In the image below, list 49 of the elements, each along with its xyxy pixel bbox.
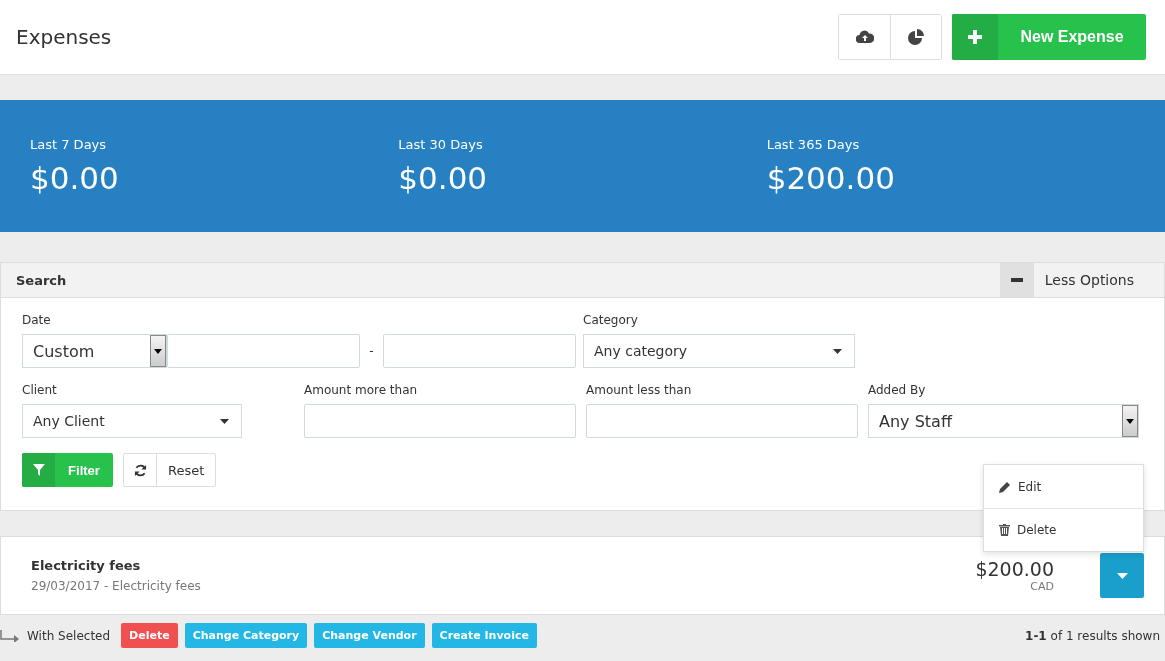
stat-value: $0.00 <box>30 159 120 196</box>
trash-icon <box>999 524 1010 536</box>
amount-less-field[interactable] <box>586 404 858 438</box>
field-label: Client <box>22 383 58 397</box>
plus-icon <box>968 30 982 44</box>
menu-item[interactable]: Delete <box>984 508 1143 551</box>
caret-icon <box>220 418 229 424</box>
stat-label: Last 7 Days <box>30 136 108 152</box>
caret-icon <box>833 348 842 354</box>
client-select[interactable]: Any Client <box>22 404 242 438</box>
corner-arrow-icon <box>0 629 20 642</box>
field-label: Amount less than <box>586 383 693 397</box>
expense-subtitle: 29/03/2017 - Electricity fees <box>31 579 201 593</box>
refresh-icon <box>133 463 147 477</box>
field-label: Date <box>22 313 52 327</box>
panel-title: Search <box>16 272 67 288</box>
page-title: Expenses <box>16 25 112 49</box>
menu-item[interactable]: Edit <box>984 465 1143 508</box>
date-from-field[interactable] <box>167 334 360 368</box>
stat-label: Last 365 Days <box>766 136 861 152</box>
caret-icon <box>1116 572 1128 579</box>
reset-button[interactable]: Reset <box>123 453 217 487</box>
minus-icon <box>1010 278 1023 282</box>
pie-chart-icon <box>908 29 924 45</box>
stat-value: $0.00 <box>398 159 489 196</box>
results-count: 1-1 of 1 results shown <box>1025 628 1160 643</box>
expense-title: Electricity fees <box>31 558 142 573</box>
date-select[interactable]: Custom <box>22 334 167 368</box>
amount-more-field[interactable] <box>304 404 576 438</box>
pie-chart-button[interactable] <box>890 15 941 59</box>
category-select[interactable]: Any category <box>583 334 855 368</box>
pencil-icon <box>999 480 1011 493</box>
stat-value: $200.00 <box>766 159 896 196</box>
actions-dropdown-button[interactable] <box>1100 553 1144 598</box>
field-label: Category <box>583 313 639 327</box>
bulk-action-button[interactable]: Delete <box>121 623 178 648</box>
caret-icon <box>154 348 162 354</box>
added-by-select[interactable]: Any Staff <box>868 404 1139 438</box>
currency-label: CAD <box>1030 580 1054 593</box>
field-label: Added By <box>868 383 927 397</box>
filter-icon <box>32 464 45 476</box>
caret-icon <box>1126 418 1134 424</box>
field-label: Amount more than <box>304 383 419 397</box>
stat-label: Last 30 Days <box>398 136 484 152</box>
with-selected-label: With Selected <box>27 628 111 643</box>
expense-amount: $200.00 <box>975 558 1054 580</box>
date-separator: - <box>368 344 375 358</box>
date-to-field[interactable] <box>383 334 576 368</box>
cloud-upload-icon <box>855 30 874 44</box>
